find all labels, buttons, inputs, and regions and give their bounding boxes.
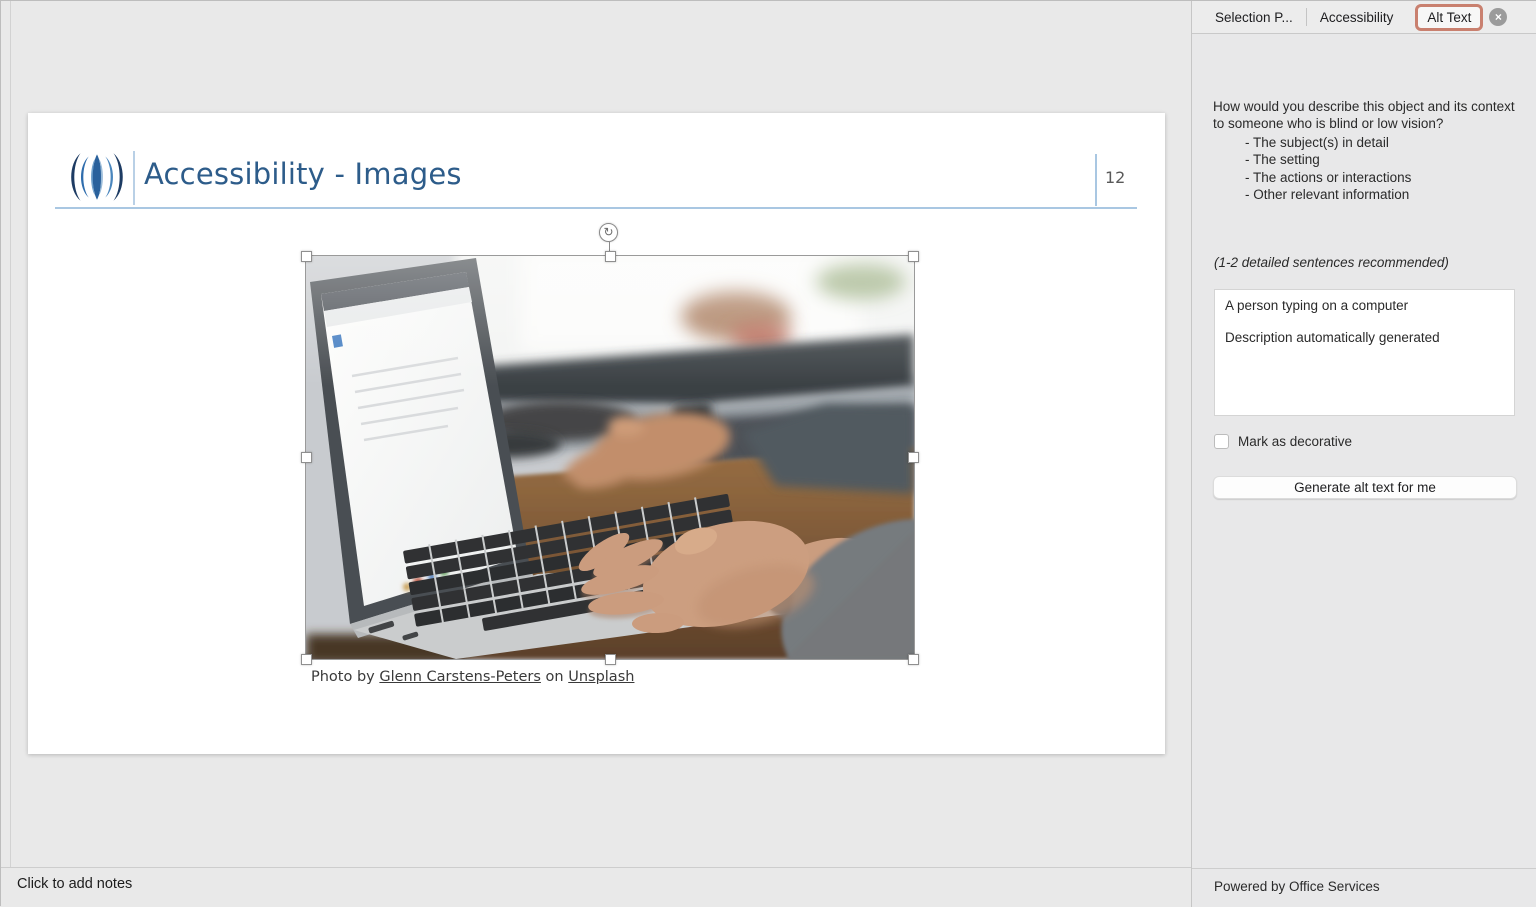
- caption-prefix: Photo by: [311, 669, 380, 685]
- title-underline: [55, 207, 1137, 209]
- mark-decorative-row[interactable]: Mark as decorative: [1214, 434, 1352, 449]
- panel-tab-bar: Selection P... Accessibility Alt Text ×: [1192, 1, 1536, 34]
- guideline-item: - The setting: [1245, 152, 1320, 168]
- tab-selection-pane[interactable]: Selection P...: [1202, 10, 1306, 25]
- generate-alt-text-button[interactable]: Generate alt text for me: [1213, 476, 1517, 499]
- pane-divider: [10, 1, 11, 867]
- slide-page-number: 12: [1105, 168, 1126, 187]
- close-panel-icon[interactable]: ×: [1489, 8, 1508, 26]
- accessibility-logo-icon: [64, 149, 130, 205]
- caption-middle: on: [540, 669, 569, 685]
- page-number-separator: [1095, 154, 1097, 206]
- guideline-item: - The subject(s) in detail: [1245, 135, 1389, 150]
- caption-link-unsplash[interactable]: Unsplash: [568, 669, 634, 685]
- guideline-item: - Other relevant information: [1245, 186, 1410, 202]
- alt-text-hint: (1-2 detailed sentences recommended): [1214, 255, 1449, 270]
- slide-image[interactable]: [305, 255, 915, 660]
- alt-text-input[interactable]: A person typing on a computer Descriptio…: [1214, 289, 1515, 416]
- selection-handle-se[interactable]: [908, 654, 919, 665]
- selection-handle-n[interactable]: [605, 251, 616, 262]
- mark-decorative-label: Mark as decorative: [1238, 434, 1353, 449]
- mark-decorative-checkbox[interactable]: [1214, 434, 1229, 449]
- slide-title[interactable]: Accessibility - Images: [144, 157, 462, 191]
- selection-handle-e[interactable]: [908, 452, 919, 463]
- tab-alt-text[interactable]: Alt Text: [1415, 3, 1484, 31]
- selection-handle-sw[interactable]: [301, 654, 312, 665]
- slide-canvas[interactable]: Accessibility - Images 12 ↻ Photo by Gle…: [28, 113, 1165, 754]
- rotate-handle-icon[interactable]: ↻: [599, 223, 618, 242]
- selection-handle-w[interactable]: [301, 452, 312, 463]
- typing-photo-illustration: [306, 256, 914, 659]
- selection-handle-nw[interactable]: [301, 251, 312, 262]
- notes-divider[interactable]: [1, 867, 1191, 868]
- alt-text-question: How would you describe this object and i…: [1213, 99, 1515, 132]
- image-caption: Photo by Glenn Carstens-Peters on Unspla…: [311, 669, 634, 685]
- powered-by-text: Powered by Office Services: [1214, 879, 1380, 894]
- notes-placeholder[interactable]: Click to add notes: [17, 876, 132, 892]
- selection-handle-ne[interactable]: [908, 251, 919, 262]
- slide-editor-area: Accessibility - Images 12 ↻ Photo by Gle…: [1, 1, 1191, 907]
- selection-handle-s[interactable]: [605, 654, 616, 665]
- tab-accessibility[interactable]: Accessibility: [1307, 10, 1407, 25]
- caption-link-author[interactable]: Glenn Carstens-Peters: [379, 669, 541, 685]
- panel-footer-divider: [1192, 868, 1536, 869]
- alt-text-panel: Selection P... Accessibility Alt Text × …: [1191, 1, 1536, 907]
- header-separator: [133, 151, 135, 205]
- guideline-item: - The actions or interactions: [1245, 169, 1412, 185]
- alt-text-guidelines: - The subject(s) in detail - The setting…: [1245, 134, 1411, 203]
